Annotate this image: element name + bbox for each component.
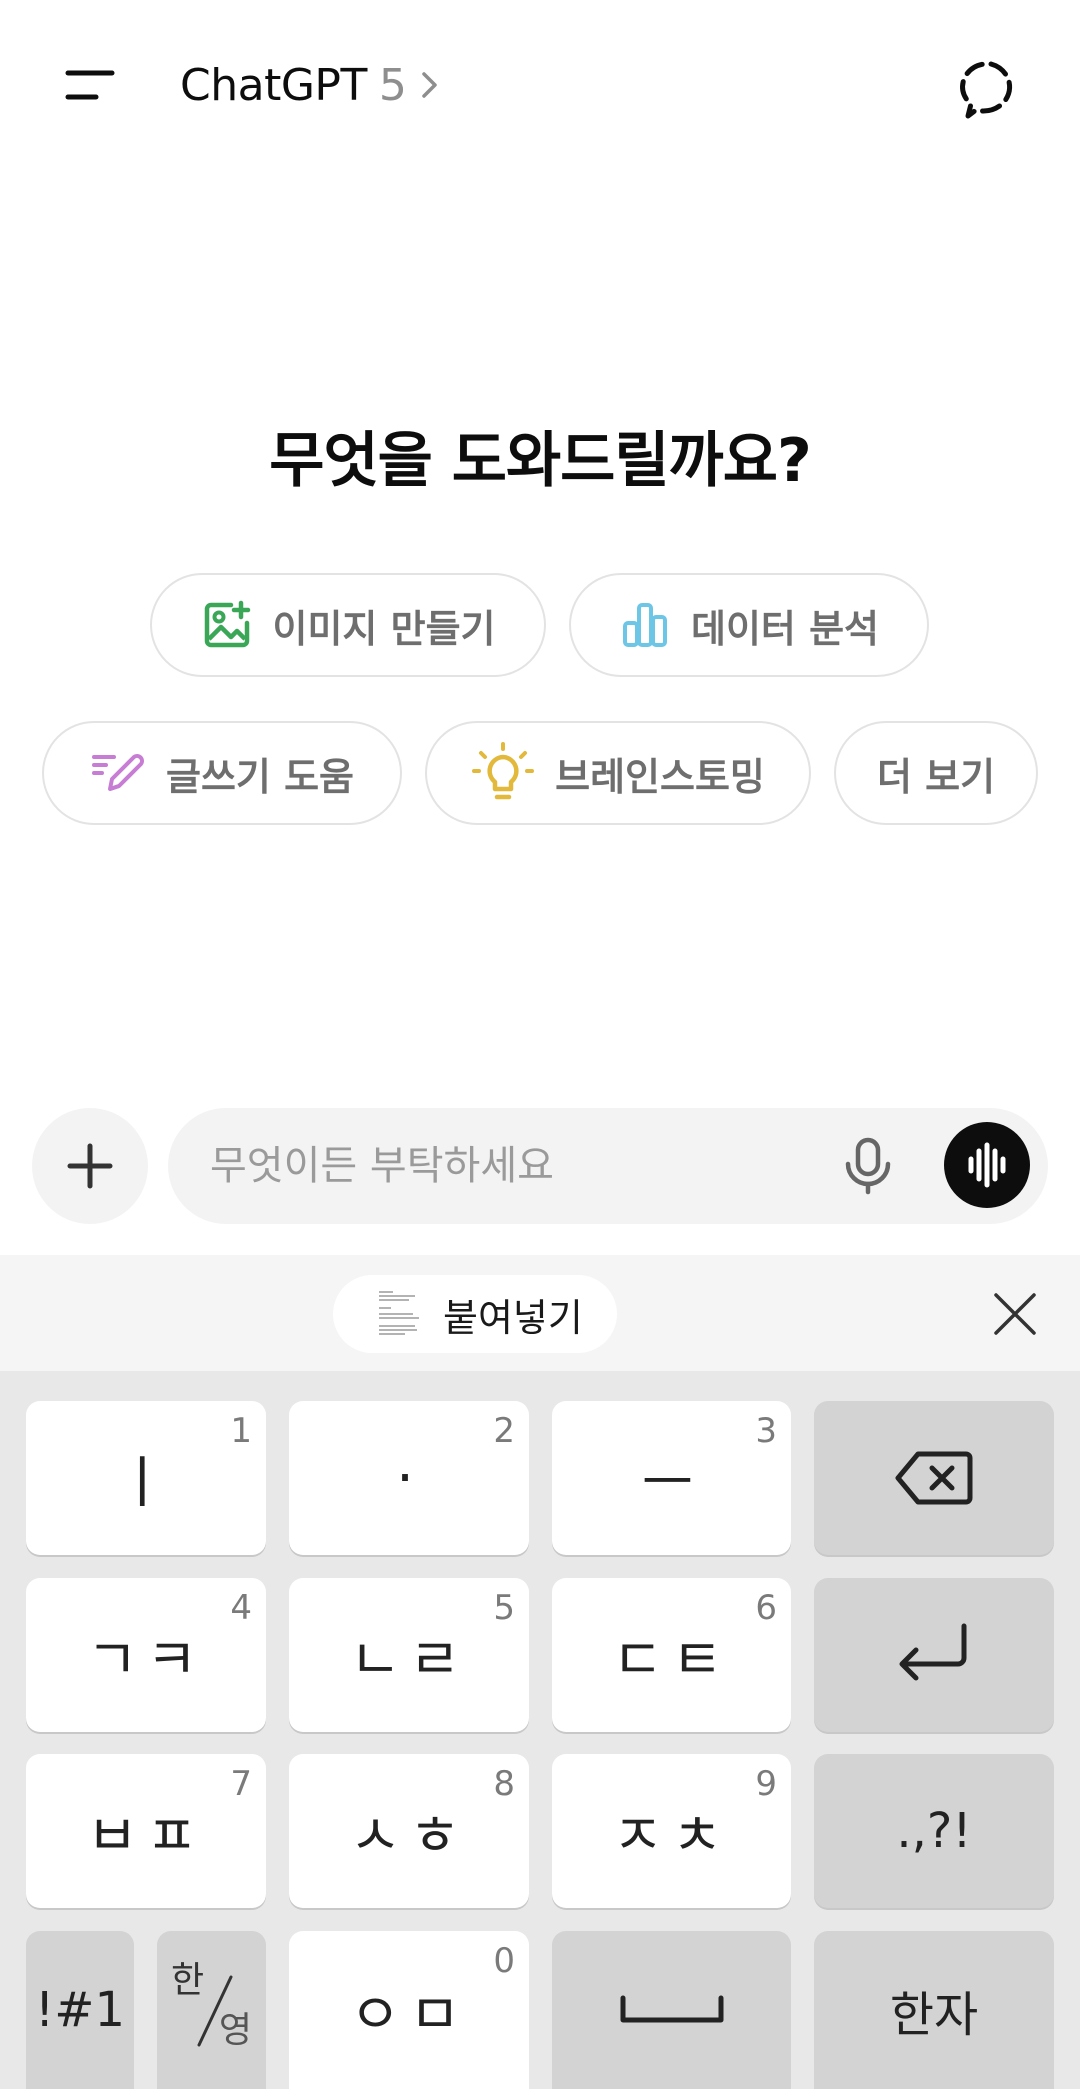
key-label: ㅣ [116,1450,176,1516]
close-icon [994,1293,1036,1335]
key-label: ㄴㄹ [349,1627,469,1693]
plus-icon [67,1143,113,1189]
image-create-icon [204,600,250,648]
key-number: 7 [230,1764,252,1804]
close-clipboard-button[interactable] [990,1289,1040,1339]
more-label: 더 보기 [876,754,996,799]
key-number: 4 [230,1588,252,1628]
hanja-key[interactable]: 한자 [814,1931,1054,2089]
app-title: ChatGPT [180,59,367,111]
brainstorm-label: 브레인스토밍 [555,754,765,799]
dashed-chat-bubble-icon [960,61,1013,119]
key-3[interactable]: ㅡ 3 [552,1401,791,1555]
help-write-label: 글쓰기 도움 [165,754,355,799]
menu-icon [65,70,115,100]
key-number: 6 [755,1588,777,1628]
key-number: 5 [493,1588,515,1628]
lightbulb-icon [472,742,535,800]
enter-key[interactable] [814,1578,1054,1732]
key-4[interactable]: ㄱㅋ 4 [26,1578,266,1732]
paste-label: 붙여넣기 [443,1295,583,1340]
clipboard-bar: 붙여넣기 [0,1255,1080,1371]
punctuation-key[interactable]: .,?! [814,1754,1054,1908]
message-input[interactable] [210,1108,770,1224]
dictate-button[interactable] [836,1134,900,1198]
symbols-key[interactable]: !#1 [26,1931,134,2089]
space-key[interactable] [552,1931,791,2089]
backspace-icon [895,1451,973,1505]
brainstorm-chip[interactable]: 브레인스토밍 [425,721,811,825]
key-label: ㅇㅁ [349,1982,469,2048]
create-image-chip[interactable]: 이미지 만들기 [150,573,546,677]
help-write-chip[interactable]: 글쓰기 도움 [42,721,402,825]
key-label: ㄷㅌ [611,1627,732,1693]
key-1[interactable]: ㅣ 1 [26,1401,266,1555]
key-0[interactable]: ㅇㅁ 0 [289,1931,529,2089]
language-toggle-key[interactable]: 한 영 [157,1931,266,2089]
voice-mode-button[interactable] [944,1122,1030,1208]
key-number: 0 [493,1941,515,1981]
backspace-key[interactable] [814,1401,1054,1555]
punctuation-label: .,?! [896,1803,972,1859]
create-image-label: 이미지 만들기 [272,606,496,651]
menu-button[interactable] [52,56,132,116]
document-thumbnail-icon [375,1286,425,1342]
key-number: 2 [493,1411,515,1451]
bar-chart-icon [622,603,667,647]
pen-write-icon [91,754,144,791]
key-label: ㅈㅊ [611,1803,732,1869]
key-label: · [396,1445,422,1511]
key-label: ㄱㅋ [86,1627,206,1693]
space-icon [620,1995,723,2023]
greeting-heading: 무엇을 도와드릴까요? [269,426,812,496]
analyze-data-chip[interactable]: 데이터 분석 [569,573,929,677]
microphone-icon [845,1137,891,1195]
key-9[interactable]: ㅈㅊ 9 [552,1754,791,1908]
model-selector[interactable]: ChatGPT 5 [180,52,441,118]
analyze-data-label: 데이터 분석 [690,606,880,651]
paste-button[interactable]: 붙여넣기 [333,1275,617,1353]
hanja-label: 한자 [889,1987,979,2043]
key-number: 9 [755,1764,777,1804]
temporary-chat-button[interactable] [956,54,1026,124]
symbols-label: !#1 [35,1982,125,2038]
key-label: ㅅㅎ [349,1803,469,1869]
chevron-right-icon [422,72,437,98]
lang-english-label: 영 [218,2010,252,2051]
key-label: ㅡ [641,1450,702,1516]
attach-button[interactable] [32,1108,148,1224]
model-version: 5 [378,59,407,111]
message-composer [168,1108,1048,1224]
key-6[interactable]: ㄷㅌ 6 [552,1578,791,1732]
key-label: ㅂㅍ [86,1803,206,1869]
key-5[interactable]: ㄴㄹ 5 [289,1578,529,1732]
enter-icon [899,1623,967,1681]
key-number: 1 [230,1411,252,1451]
key-2[interactable]: · 2 [289,1401,529,1555]
key-number: 8 [493,1764,515,1804]
key-number: 3 [755,1411,777,1451]
audio-waveform-icon [968,1142,1006,1188]
more-chip[interactable]: 더 보기 [834,721,1038,825]
korean-keyboard: ㅣ 1 · 2 ㅡ 3 ㄱㅋ 4 ㄴㄹ 5 ㄷㅌ 6 ㅂㅍ 7 ㅅㅎ 8 ㅈㅊ … [0,1371,1080,2089]
key-8[interactable]: ㅅㅎ 8 [289,1754,529,1908]
key-7[interactable]: ㅂㅍ 7 [26,1754,266,1908]
